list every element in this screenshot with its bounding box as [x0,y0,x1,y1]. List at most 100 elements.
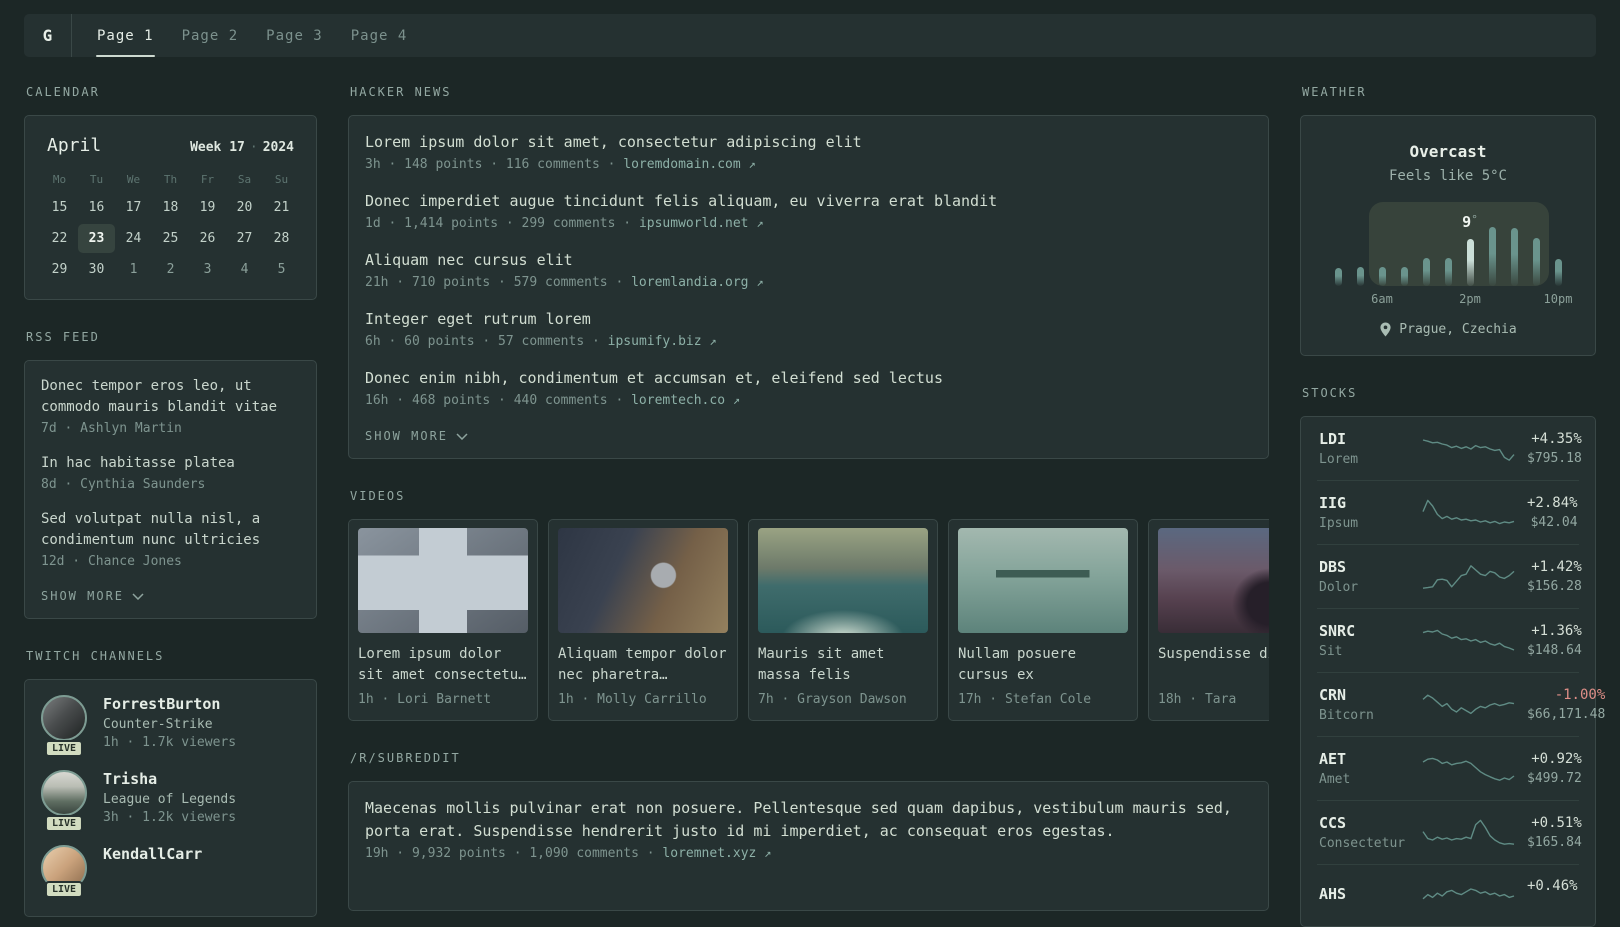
twitch-channel-meta: 3h · 1.2k viewers [103,810,237,825]
stock-row-ahs[interactable]: AHS +0.46% [1317,864,1579,926]
video-thumbnail-vintage-camera[interactable] [558,528,728,633]
twitch-channel-name[interactable]: Trisha [103,770,236,788]
sparkline-chart [1422,757,1515,781]
subreddit-widget: Maecenas mollis pulvinar erat non posuer… [348,781,1269,911]
external-link-icon: ↗ [764,846,772,860]
stock-change: +0.92% [1531,751,1582,767]
subreddit-section-header: /R/SUBREDDIT [350,751,461,765]
calendar-day: 20 [236,200,253,215]
hn-story-title[interactable]: Donec imperdiet augue tincidunt felis al… [365,190,1252,213]
twitch-channel-name[interactable]: ForrestBurton [103,695,236,713]
calendar-day: 24 [125,231,142,246]
hn-story-meta: 16h · 468 points · 440 comments · loremt… [365,393,1252,408]
video-thumbnail-pillars-sky[interactable] [358,528,528,633]
hn-story-domain[interactable]: loremdomain.com [623,157,748,172]
twitch-channel-name[interactable]: KendallCarr [103,845,202,863]
video-card[interactable]: Suspendisse diam 18h · Tara [1148,519,1269,721]
stock-row-ccs[interactable]: CCS Consectetur +0.51% $165.84 [1317,800,1582,864]
twitch-channel-row[interactable]: LIVE ForrestBurton Counter-Strike 1h · 1.7k… [41,695,300,757]
calendar-weekday: We [126,173,141,186]
right-column: WEATHER Overcast Feels like 5°C 9° 6am 2p… [1300,85,1605,927]
weather-bar [1532,238,1540,286]
calendar-section-header: CALENDAR [26,85,100,99]
video-card[interactable]: Lorem ipsum dolor sit amet consectetu… 1h… [348,519,538,721]
calendar-weekday-row: Mo Tu We Th Fr Sa Su [41,168,300,193]
video-card[interactable]: Mauris sit amet massa felis 7h · Grayson … [748,519,938,721]
hn-story-domain[interactable]: loremlandia.org [631,275,756,290]
hn-show-more-button[interactable]: SHOW MORE [365,426,468,443]
sparkline-chart [1422,438,1515,461]
stock-sparkline [1421,688,1521,722]
calendar-week-year: Week 17 · 2024 [190,140,294,155]
stock-symbol: AET [1319,750,1347,768]
calendar-weekday: Sa [237,173,252,186]
hn-story-domain[interactable]: ipsumworld.net [639,216,756,231]
live-badge: LIVE [44,740,84,757]
subreddit-post-list: Maecenas mollis pulvinar erat non posuer… [365,797,1252,861]
stock-id: SNRC Sit [1319,622,1415,659]
stock-row-ldi[interactable]: LDI Lorem +4.35% $795.18 [1317,417,1582,480]
calendar-day: 3 [203,262,212,277]
twitch-channel-row[interactable]: LIVE Trisha League of Legends 3h · 1.2k vie… [41,770,300,832]
hn-story-title[interactable]: Aliquam nec cursus elit [365,249,1252,272]
nav-tab-1[interactable]: Page 1 [96,14,155,57]
hn-story-domain[interactable]: ipsumify.biz [608,334,710,349]
calendar-week-label: Week 17 [190,140,245,155]
logo[interactable]: G [24,14,71,57]
stock-sparkline [1421,560,1521,594]
external-link-icon: ↗ [756,216,764,230]
subreddit-post-title[interactable]: Maecenas mollis pulvinar erat non posuer… [365,797,1252,843]
weather-bar-current [1466,239,1474,286]
stock-name: Bitcorn [1319,708,1374,723]
stock-change: +2.84% [1527,495,1578,511]
stock-row-snrc[interactable]: SNRC Sit +1.36% $148.64 [1317,608,1582,672]
show-more-label: SHOW MORE [365,429,449,443]
calendar-day: 18 [162,200,179,215]
calendar-day: 19 [199,200,216,215]
external-link-icon: ↗ [748,157,756,171]
hn-story-title[interactable]: Donec enim nibh, condimentum et accumsan… [365,367,1252,390]
weather-bar [1510,228,1518,286]
video-card[interactable]: Aliquam tempor dolor nec pharetra… 1h · M… [548,519,738,721]
twitch-channel-meta: 1h · 1.7k viewers [103,735,237,750]
rss-widget: Donec tempor eros leo, ut commodo mauris… [24,360,317,619]
videos-section-header: VIDEOS [350,489,406,503]
stock-change: +1.42% [1531,559,1582,575]
stock-row-crn[interactable]: CRN Bitcorn -1.00% $66,171.48 [1317,672,1605,736]
calendar-day: 4 [240,262,249,277]
nav-tab-3[interactable]: Page 3 [265,14,324,57]
rss-show-more-button[interactable]: SHOW MORE [41,586,144,603]
hn-story-title[interactable]: Lorem ipsum dolor sit amet, consectetur … [365,131,1252,154]
sparkline-chart [1422,693,1515,714]
external-link-icon: ↗ [732,393,741,407]
video-thumbnail-canoe-fog[interactable] [958,528,1128,633]
video-thumbnail-boat-wake-city[interactable] [758,528,928,633]
stock-row-aet[interactable]: AET Amet +0.92% $499.72 [1317,736,1582,800]
stock-id: DBS Dolor [1319,558,1415,595]
stock-name: Sit [1319,644,1343,659]
subreddit-post-item: Maecenas mollis pulvinar erat non posuer… [365,797,1252,861]
rss-section-header: RSS FEED [26,330,100,344]
rss-item-title[interactable]: Donec tempor eros leo, ut commodo mauris… [41,376,300,418]
nav-tab-4[interactable]: Page 4 [350,14,409,57]
stock-symbol: CCS [1319,814,1347,832]
nav-tab-2[interactable]: Page 2 [181,14,240,57]
hn-story-domain[interactable]: loremtech.co [631,393,733,408]
stock-row-iig[interactable]: IIG Ipsum +2.84% $42.04 [1317,480,1579,544]
video-card[interactable]: Nullam posuere cursus ex 17h · Stefan Col… [948,519,1138,721]
calendar-day: 17 [125,200,142,215]
rss-item: In hac habitasse platea 8d · Cynthia Saun… [41,453,300,492]
hn-story-title[interactable]: Integer eget rutrum lorem [365,308,1252,331]
video-meta: 18h · Tara [1158,692,1237,707]
twitch-channel-row[interactable]: LIVE KendallCarr [41,845,300,898]
video-thumbnail-foggy-field-figure[interactable] [1158,528,1269,633]
stock-symbol: CRN [1319,686,1347,704]
stock-row-dbs[interactable]: DBS Dolor +1.42% $156.28 [1317,544,1582,608]
subreddit-post-domain[interactable]: loremnet.xyz [662,846,764,861]
rss-item-title[interactable]: Sed volutpat nulla nisl, a condimentum n… [41,509,300,551]
stocks-widget: LDI Lorem +4.35% $795.18 IIG Ipsum +2.84% $42.0… [1300,416,1605,927]
stock-price: $156.28 [1527,579,1582,594]
stock-id: AET Amet [1319,750,1415,787]
rss-item-title[interactable]: In hac habitasse platea [41,453,300,474]
middle-column: HACKER NEWS Lorem ipsum dolor sit amet, … [348,85,1269,911]
